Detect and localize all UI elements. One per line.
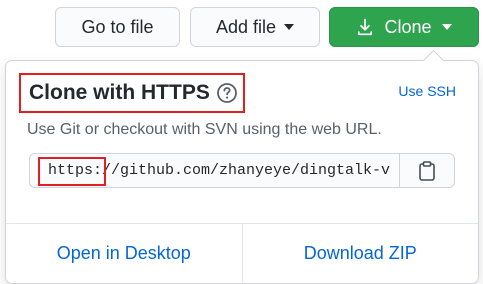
add-file-button[interactable]: Add file (190, 7, 320, 47)
popover-arrow (422, 49, 445, 72)
clone-description: Use Git or checkout with SVN using the w… (27, 121, 382, 138)
clone-popover: Clone with HTTPS Use SSH Use Git or chec… (5, 49, 479, 284)
clipboard-icon (419, 160, 435, 181)
popover-footer: Open in Desktop Download ZIP (6, 224, 478, 283)
download-zip-link[interactable]: Download ZIP (243, 224, 479, 283)
chevron-down-icon (441, 24, 452, 30)
clone-url-group: https://github.com/zhanyeye/dingtalk-v (29, 153, 455, 188)
download-zip-label: Download ZIP (303, 243, 417, 263)
go-to-file-button[interactable]: Go to file (55, 7, 180, 47)
chevron-down-icon (284, 24, 295, 30)
use-ssh-link[interactable]: Use SSH (398, 83, 456, 99)
add-file-label: Add file (215, 16, 277, 37)
clone-title-highlight: Clone with HTTPS (19, 73, 245, 113)
clone-title: Clone with HTTPS (29, 81, 210, 104)
copy-url-button[interactable] (399, 153, 455, 188)
help-icon[interactable] (216, 82, 238, 104)
open-in-desktop-label: Open in Desktop (56, 243, 191, 263)
clone-url-input[interactable]: https://github.com/zhanyeye/dingtalk-v (29, 153, 399, 188)
go-to-file-label: Go to file (81, 16, 154, 37)
download-icon (358, 18, 373, 36)
open-in-desktop-link[interactable]: Open in Desktop (6, 224, 242, 283)
clone-button[interactable]: Clone (329, 7, 479, 47)
clone-url-text: https://github.com/zhanyeye/dingtalk-v (48, 162, 391, 179)
clone-button-label: Clone (384, 16, 432, 37)
